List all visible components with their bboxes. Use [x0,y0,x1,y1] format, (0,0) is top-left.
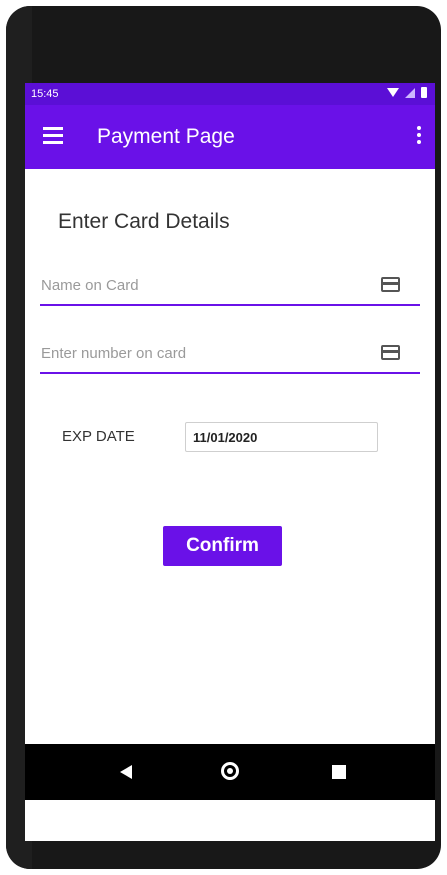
signal-icon [405,87,415,98]
wifi-icon [387,88,399,97]
app-bar: Payment Page [25,105,435,169]
credit-card-icon [381,277,400,292]
status-time: 15:45 [31,88,59,100]
status-icons [387,87,427,98]
exp-date-label: EXP DATE [62,428,135,445]
number-field-underline [40,372,420,374]
card-number-field[interactable] [40,334,420,372]
name-on-card-field[interactable] [40,266,420,304]
section-title: Enter Card Details [58,210,230,233]
recents-square-icon[interactable] [332,765,346,779]
home-circle-icon[interactable] [221,762,239,780]
android-nav-bar [25,744,435,800]
app-title: Payment Page [97,125,235,148]
more-vert-icon[interactable] [413,126,425,148]
name-on-card-field-wrapper [40,266,420,306]
card-number-field-wrapper [40,334,420,374]
hamburger-menu-icon[interactable] [43,127,65,145]
status-bar: 15:45 [25,83,435,105]
confirm-button[interactable]: Confirm [163,526,282,566]
battery-icon [421,87,427,98]
name-field-underline [40,304,420,306]
exp-date-input[interactable] [185,422,378,452]
back-triangle-icon[interactable] [120,765,132,779]
credit-card-icon [381,345,400,360]
phone-screen: 15:45 Payment Page Enter Card Details EX… [25,83,435,841]
